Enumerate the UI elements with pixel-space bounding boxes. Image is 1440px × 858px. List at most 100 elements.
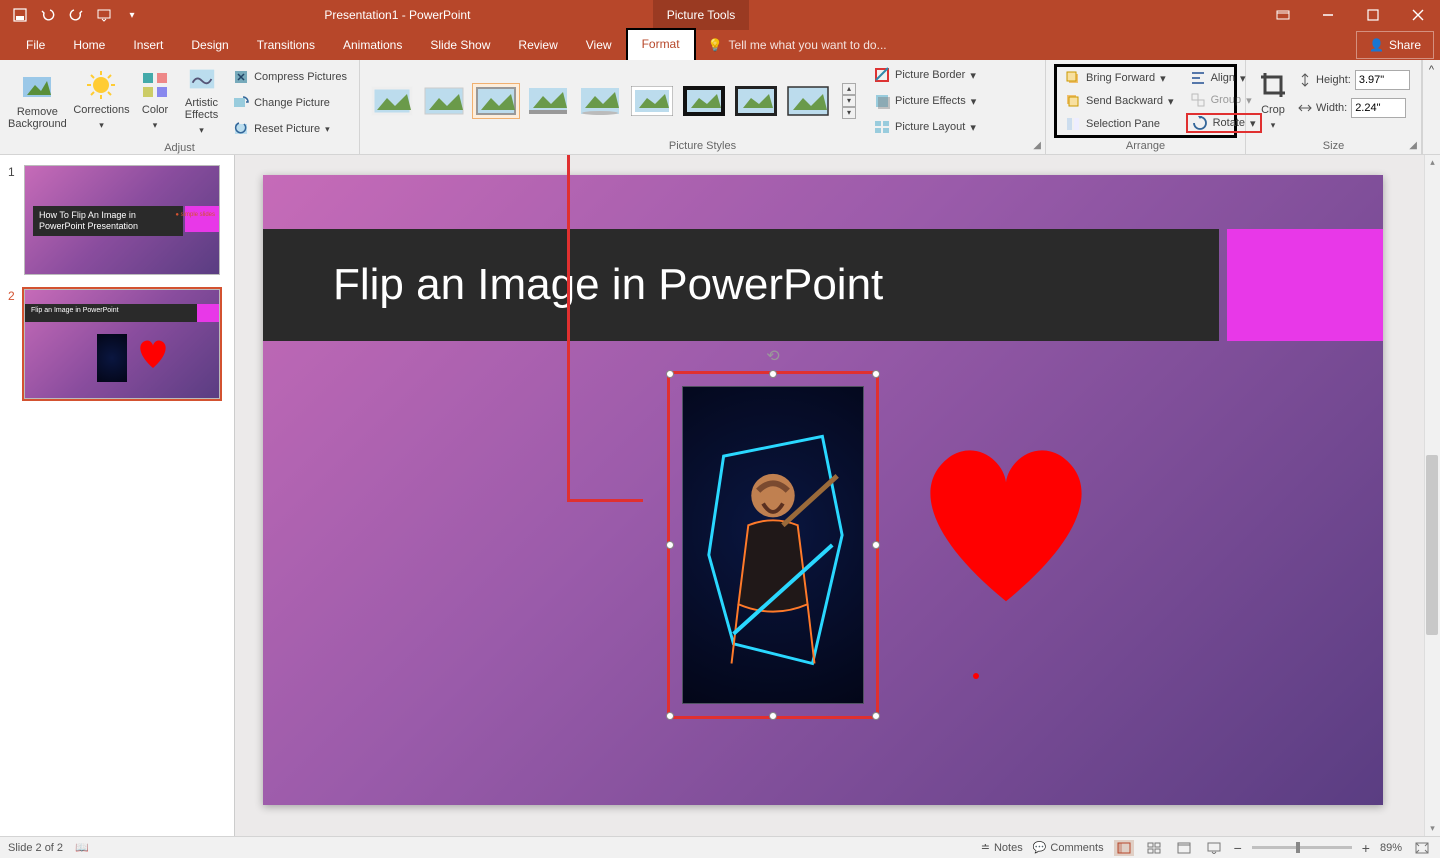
zoom-out-button[interactable]: − (1234, 840, 1242, 856)
maximize-button[interactable] (1350, 0, 1395, 30)
color-button[interactable]: Color ▾ (136, 64, 174, 136)
rotation-handle[interactable]: ⟲ (766, 346, 779, 366)
contextual-tab-label: Picture Tools (653, 0, 749, 30)
picture-content (682, 386, 864, 704)
fit-to-window-button[interactable] (1412, 840, 1432, 856)
styles-dialog-launcher[interactable]: ◢ (1033, 140, 1041, 151)
tab-format[interactable]: Format (626, 28, 696, 60)
picture-style-4[interactable] (524, 83, 572, 119)
tab-transitions[interactable]: Transitions (243, 30, 329, 60)
notes-button[interactable]: ≐Notes (981, 841, 1023, 854)
tab-review[interactable]: Review (504, 30, 571, 60)
picture-effects-label: Picture Effects (895, 95, 966, 107)
width-icon (1298, 101, 1312, 115)
zoom-level[interactable]: 89% (1380, 842, 1402, 854)
title-bar: ▾ Presentation1 - PowerPoint Picture Too… (0, 0, 1440, 30)
comments-label: Comments (1050, 842, 1103, 854)
ribbon-display-options-icon[interactable] (1260, 0, 1305, 30)
comments-button[interactable]: 💬Comments (1033, 841, 1104, 854)
change-picture-button[interactable]: Change Picture (229, 92, 351, 114)
tab-file[interactable]: File (12, 30, 59, 60)
picture-layout-button[interactable]: Picture Layout ▾ (870, 116, 980, 138)
slide[interactable]: Flip an Image in PowerPoint ⟲ (263, 175, 1383, 805)
remove-background-label: Remove Background (8, 106, 67, 130)
notes-icon: ≐ (981, 841, 990, 854)
tab-view[interactable]: View (572, 30, 626, 60)
picture-style-7[interactable] (680, 83, 728, 119)
styles-gallery-more[interactable]: ▾ (842, 107, 856, 119)
picture-style-9[interactable] (784, 83, 832, 119)
picture-border-button[interactable]: Picture Border ▾ (870, 64, 980, 86)
reading-view-button[interactable] (1174, 840, 1194, 856)
workspace: 1 How To Flip An Image in PowerPoint Pre… (0, 155, 1440, 836)
width-input[interactable] (1351, 98, 1406, 118)
heart-shape[interactable] (907, 437, 1105, 607)
scroll-down-icon[interactable]: ▾ (1425, 823, 1440, 834)
slide-sorter-view-button[interactable] (1144, 840, 1164, 856)
tab-design[interactable]: Design (177, 30, 242, 60)
artistic-effects-button[interactable]: Artistic Effects ▾ (180, 64, 223, 136)
spellcheck-icon[interactable]: 📖 (75, 841, 89, 854)
corrections-button[interactable]: Corrections ▾ (73, 64, 131, 136)
picture-style-6[interactable] (628, 83, 676, 119)
tab-animations[interactable]: Animations (329, 30, 416, 60)
tab-home[interactable]: Home (59, 30, 119, 60)
close-button[interactable] (1395, 0, 1440, 30)
size-dialog-launcher[interactable]: ◢ (1409, 140, 1417, 151)
undo-icon[interactable] (38, 5, 58, 25)
slide-canvas-area[interactable]: Flip an Image in PowerPoint ⟲ (235, 155, 1440, 836)
slide-thumbnail-2[interactable]: Flip an Image in PowerPoint (24, 289, 220, 399)
thumb1-line1: How To Flip An Image in (39, 210, 136, 220)
zoom-slider[interactable] (1252, 846, 1352, 849)
compress-pictures-button[interactable]: Compress Pictures (229, 66, 351, 88)
window-title: Presentation1 - PowerPoint (142, 8, 653, 22)
height-icon (1298, 73, 1312, 87)
collapse-ribbon-button[interactable]: ^ (1422, 60, 1440, 154)
thumb2-title: Flip an Image in PowerPoint (25, 304, 197, 322)
ribbon: Remove Background Corrections ▾ Color ▾ … (0, 60, 1440, 155)
picture-style-2[interactable] (420, 83, 468, 119)
redo-icon[interactable] (66, 5, 86, 25)
styles-scroll-up[interactable]: ▴ (842, 83, 856, 95)
slide-thumbnail-1[interactable]: How To Flip An Image in PowerPoint Prese… (24, 165, 220, 275)
picture-effects-button[interactable]: Picture Effects ▾ (870, 90, 980, 112)
thumb1-line2: PowerPoint Presentation (39, 221, 138, 231)
selection-pane-button[interactable]: Selection Pane (1061, 114, 1178, 133)
qat-more-icon[interactable]: ▾ (122, 5, 142, 25)
styles-scroll-down[interactable]: ▾ (842, 95, 856, 107)
crop-button[interactable]: Crop ▾ (1254, 64, 1292, 136)
picture-layout-label: Picture Layout (895, 121, 965, 133)
tellme-lightbulb-icon: 💡 (708, 38, 723, 52)
picture-style-5[interactable] (576, 83, 624, 119)
tab-slideshow[interactable]: Slide Show (416, 30, 504, 60)
minimize-button[interactable] (1305, 0, 1350, 30)
slide-title-bar: Flip an Image in PowerPoint (263, 229, 1219, 341)
scroll-up-icon[interactable]: ▴ (1425, 157, 1440, 168)
change-picture-label: Change Picture (254, 97, 330, 109)
selected-picture[interactable]: ⟲ (667, 371, 879, 719)
slide-thumbnail-panel: 1 How To Flip An Image in PowerPoint Pre… (0, 155, 235, 836)
scroll-thumb[interactable] (1426, 455, 1438, 635)
save-icon[interactable] (10, 5, 30, 25)
status-bar: Slide 2 of 2 📖 ≐Notes 💬Comments − + 89% (0, 836, 1440, 858)
tell-me-input[interactable]: Tell me what you want to do... (729, 38, 887, 52)
zoom-in-button[interactable]: + (1362, 840, 1370, 856)
thumb-number-2: 2 (8, 289, 18, 399)
picture-style-8[interactable] (732, 83, 780, 119)
slideshow-view-button[interactable] (1204, 840, 1224, 856)
picture-styles-group-label: Picture Styles (368, 138, 1037, 152)
send-backward-button[interactable]: Send Backward ▾ (1061, 92, 1178, 111)
tab-insert[interactable]: Insert (119, 30, 177, 60)
normal-view-button[interactable] (1114, 840, 1134, 856)
bring-forward-button[interactable]: Bring Forward ▾ (1061, 69, 1178, 88)
share-button[interactable]: 👤 Share (1356, 31, 1434, 59)
color-label: Color (142, 104, 168, 116)
crop-label: Crop (1261, 104, 1285, 116)
reset-picture-button[interactable]: Reset Picture ▾ (229, 118, 351, 140)
height-input[interactable] (1355, 70, 1410, 90)
start-slideshow-icon[interactable] (94, 5, 114, 25)
picture-style-1[interactable] (368, 83, 416, 119)
remove-background-button[interactable]: Remove Background (8, 64, 67, 136)
picture-style-3[interactable] (472, 83, 520, 119)
vertical-scrollbar[interactable]: ▴ ▾ (1424, 155, 1440, 836)
